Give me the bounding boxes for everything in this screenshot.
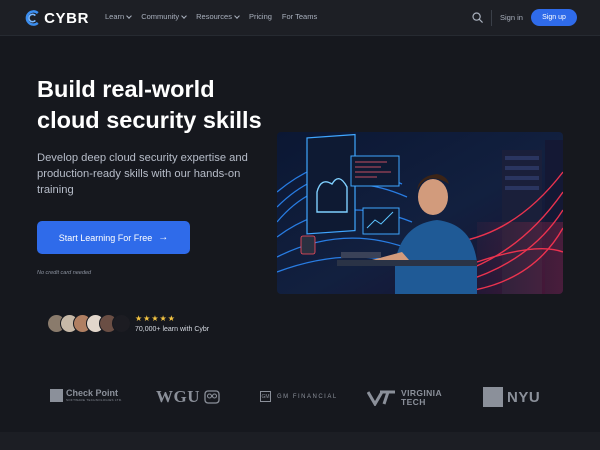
brand-name: CYBR — [44, 9, 89, 27]
site-header: CYBR Learn Community Resources Pricing F… — [0, 0, 600, 36]
gm-mark-icon: GM — [260, 391, 271, 402]
vt-line2: TECH — [401, 396, 426, 407]
start-learning-label: Start Learning For Free — [58, 232, 153, 243]
cybr-logo[interactable]: CYBR — [23, 6, 89, 30]
nav-community[interactable]: Community — [141, 12, 187, 21]
nav-learn-label: Learn — [105, 12, 125, 21]
arrow-right-icon: → — [158, 232, 169, 243]
main-nav: Learn Community Resources Pricing For Te… — [105, 12, 327, 21]
hero-subtitle: Develop deep cloud security expertise an… — [37, 152, 248, 196]
cybr-logo-icon — [25, 10, 39, 26]
avatar — [112, 314, 131, 333]
wgu-name: WGU — [156, 387, 200, 406]
nav-resources-label: Resources — [196, 12, 232, 21]
nav-community-label: Community — [141, 12, 180, 21]
hero-illustration — [277, 132, 563, 294]
checkpoint-logo: Check Point SOFTWARE TECHNOLOGIES LTD. — [50, 389, 122, 402]
checkpoint-name: Check Point — [66, 388, 119, 398]
hero-title: Build real-world cloud security skills — [37, 76, 262, 133]
no-credit-card-note: No credit card needed — [37, 270, 92, 276]
rating-stars: ★★★★★ — [135, 314, 176, 323]
nav-for-teams-label: For Teams — [281, 12, 318, 21]
search-icon[interactable] — [472, 12, 483, 23]
nav-for-teams[interactable]: For Teams — [282, 12, 317, 21]
virginia-tech-logo: VIRGINIA TECH — [367, 389, 442, 406]
next-section-edge — [0, 432, 600, 450]
chevron-down-icon — [126, 12, 133, 19]
start-learning-button[interactable]: Start Learning For Free → — [37, 221, 190, 254]
nav-learn[interactable]: Learn — [105, 12, 133, 21]
gm-financial-name: GM FINANCIAL — [277, 393, 338, 400]
nav-resources[interactable]: Resources — [196, 12, 240, 21]
chevron-down-icon — [234, 12, 240, 19]
sign-in-link[interactable]: Sign in — [500, 13, 523, 22]
nyu-logo: NYU — [483, 387, 540, 407]
checkpoint-subtitle: SOFTWARE TECHNOLOGIES LTD. — [66, 398, 123, 402]
wgu-logo: WGU — [156, 387, 220, 407]
header-divider — [491, 10, 492, 26]
learner-avatars — [47, 314, 131, 334]
nyu-torch-icon — [483, 387, 503, 407]
nav-pricing-label: Pricing — [248, 12, 272, 21]
nav-pricing[interactable]: Pricing — [249, 12, 272, 21]
sign-up-button[interactable]: Sign up — [531, 9, 577, 26]
gm-financial-logo: GM GM FINANCIAL — [260, 391, 338, 402]
checkpoint-mark-icon — [50, 389, 63, 402]
chevron-down-icon — [181, 12, 187, 19]
vt-mark-icon — [367, 390, 395, 406]
learner-count: 70,000+ learn with Cybr — [135, 326, 210, 333]
owl-icon — [204, 390, 220, 404]
nyu-name: NYU — [507, 388, 541, 406]
